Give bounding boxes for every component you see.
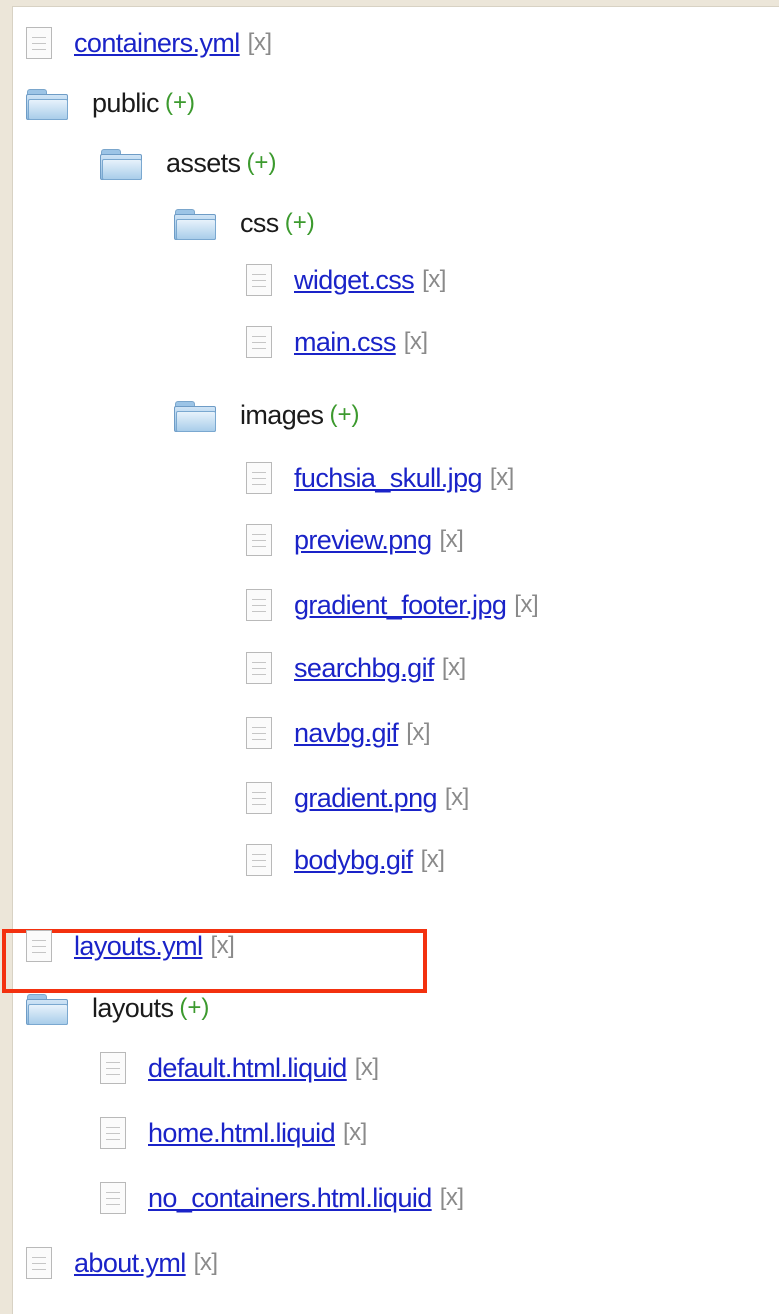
delete-button[interactable]: [x] xyxy=(355,1054,379,1082)
folder-name: css xyxy=(240,207,279,238)
file-link[interactable]: containers.yml xyxy=(74,28,240,59)
file-icon xyxy=(26,1247,52,1279)
folder-name: images xyxy=(240,399,324,430)
file-link[interactable]: layouts.yml xyxy=(74,931,203,962)
folder-icon xyxy=(26,992,70,1025)
file-icon xyxy=(100,1052,126,1084)
file-row-bodybg-gif: bodybg.gif [x] xyxy=(246,840,445,880)
file-link[interactable]: navbg.gif xyxy=(294,718,399,749)
delete-button[interactable]: [x] xyxy=(343,1119,367,1147)
file-link[interactable]: gradient.png xyxy=(294,783,438,814)
add-button[interactable]: (+) xyxy=(179,994,209,1022)
file-row-widget-css: widget.css [x] xyxy=(246,260,446,300)
file-link[interactable]: home.html.liquid xyxy=(148,1118,336,1149)
delete-button[interactable]: [x] xyxy=(210,932,234,960)
file-link[interactable]: no_containers.html.liquid xyxy=(148,1183,432,1214)
folder-row-assets: assets (+) xyxy=(100,143,276,183)
delete-button[interactable]: [x] xyxy=(194,1249,218,1277)
delete-button[interactable]: [x] xyxy=(445,784,469,812)
file-icon xyxy=(246,782,272,814)
file-row-main-css: main.css [x] xyxy=(246,322,428,362)
file-row-preview-png: preview.png [x] xyxy=(246,520,464,560)
file-icon xyxy=(246,589,272,621)
file-row-about-yml: about.yml [x] xyxy=(26,1243,218,1283)
delete-button[interactable]: [x] xyxy=(422,266,446,294)
file-icon xyxy=(246,652,272,684)
folder-name: layouts xyxy=(92,992,174,1023)
file-row-searchbg-gif: searchbg.gif [x] xyxy=(246,648,466,688)
file-row-layouts-yml: layouts.yml [x] xyxy=(26,926,235,966)
delete-button[interactable]: [x] xyxy=(440,1184,464,1212)
folder-row-css: css (+) xyxy=(174,203,315,243)
folder-icon xyxy=(100,147,144,180)
delete-button[interactable]: [x] xyxy=(248,29,272,57)
file-link[interactable]: main.css xyxy=(294,327,396,358)
file-link[interactable]: about.yml xyxy=(74,1248,186,1279)
add-button[interactable]: (+) xyxy=(285,209,315,237)
folder-row-layouts: layouts (+) xyxy=(26,988,209,1028)
folder-row-public: public (+) xyxy=(26,83,195,123)
file-link[interactable]: fuchsia_skull.jpg xyxy=(294,463,483,494)
file-icon xyxy=(100,1182,126,1214)
file-link[interactable]: searchbg.gif xyxy=(294,653,434,684)
add-button[interactable]: (+) xyxy=(329,401,359,429)
file-icon xyxy=(246,844,272,876)
file-icon xyxy=(246,326,272,358)
file-row-containers-yml: containers.yml [x] xyxy=(26,23,272,63)
file-row-default-html-liquid: default.html.liquid [x] xyxy=(100,1048,379,1088)
file-row-no-containers-html-liquid: no_containers.html.liquid [x] xyxy=(100,1178,464,1218)
folder-icon xyxy=(26,87,70,120)
folder-row-images: images (+) xyxy=(174,395,359,435)
add-button[interactable]: (+) xyxy=(246,149,276,177)
file-link[interactable]: preview.png xyxy=(294,525,432,556)
file-link[interactable]: widget.css xyxy=(294,265,415,296)
file-icon xyxy=(100,1117,126,1149)
folder-name: assets xyxy=(166,147,241,178)
folder-icon xyxy=(174,207,218,240)
file-row-home-html-liquid: home.html.liquid [x] xyxy=(100,1113,367,1153)
delete-button[interactable]: [x] xyxy=(442,654,466,682)
file-icon xyxy=(26,930,52,962)
delete-button[interactable]: [x] xyxy=(406,719,430,747)
file-link[interactable]: gradient_footer.jpg xyxy=(294,590,507,621)
file-link[interactable]: default.html.liquid xyxy=(148,1053,347,1084)
delete-button[interactable]: [x] xyxy=(490,464,514,492)
file-icon xyxy=(26,27,52,59)
delete-button[interactable]: [x] xyxy=(440,526,464,554)
folder-icon xyxy=(174,399,218,432)
add-button[interactable]: (+) xyxy=(165,89,195,117)
file-icon xyxy=(246,264,272,296)
delete-button[interactable]: [x] xyxy=(404,328,428,356)
file-row-gradient-footer-jpg: gradient_footer.jpg [x] xyxy=(246,585,539,625)
folder-name: public xyxy=(92,87,160,118)
file-icon xyxy=(246,717,272,749)
file-icon xyxy=(246,462,272,494)
file-icon xyxy=(246,524,272,556)
delete-button[interactable]: [x] xyxy=(514,591,538,619)
file-row-gradient-png: gradient.png [x] xyxy=(246,778,469,818)
file-row-navbg-gif: navbg.gif [x] xyxy=(246,713,431,753)
file-row-fuchsia-skull-jpg: fuchsia_skull.jpg [x] xyxy=(246,458,514,498)
file-link[interactable]: bodybg.gif xyxy=(294,845,413,876)
delete-button[interactable]: [x] xyxy=(421,846,445,874)
